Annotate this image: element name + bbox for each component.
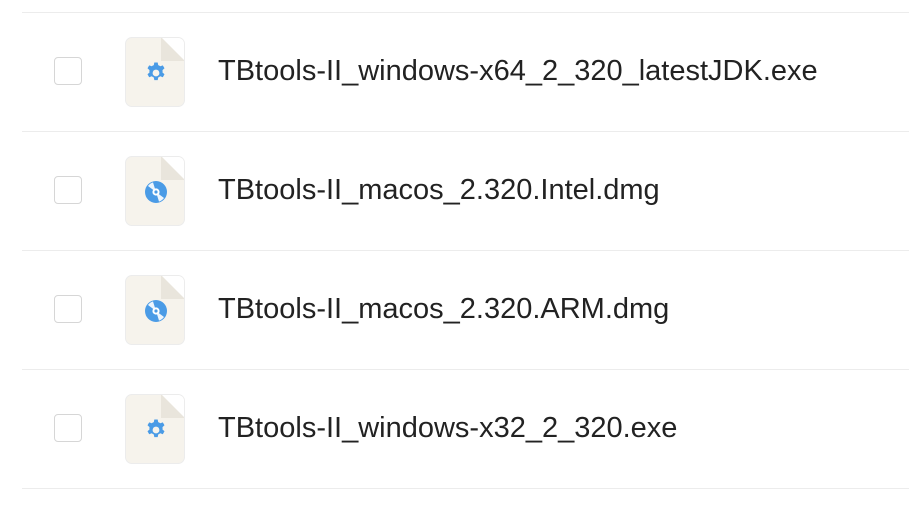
file-name-link[interactable]: TBtools-II_macos_2.320.Intel.dmg	[218, 172, 660, 208]
row-checkbox[interactable]	[54, 176, 82, 204]
page-fold-corner	[161, 395, 184, 418]
file-type-thumbnail	[125, 275, 185, 345]
row-checkbox[interactable]	[54, 295, 82, 323]
page-fold-corner	[161, 276, 184, 299]
page-fold-corner	[161, 157, 184, 180]
file-row[interactable]: TBtools-II_macos_2.320.Intel.dmg	[22, 132, 909, 251]
row-checkbox[interactable]	[54, 57, 82, 85]
disc-icon	[145, 181, 167, 203]
file-row[interactable]: TBtools-II_macos_2.320.ARM.dmg	[22, 251, 909, 370]
file-type-thumbnail	[125, 156, 185, 226]
file-type-thumbnail	[125, 394, 185, 464]
file-row[interactable]: TBtools-II_windows-x64_2_320_latestJDK.e…	[22, 13, 909, 132]
file-type-thumbnail	[125, 37, 185, 107]
file-name-link[interactable]: TBtools-II_windows-x32_2_320.exe	[218, 410, 677, 446]
page-fold-corner	[161, 38, 184, 61]
file-row[interactable]: TBtools-II_windows-x32_2_320.exe	[22, 370, 909, 489]
disc-icon	[145, 300, 167, 322]
file-name-link[interactable]: TBtools-II_windows-x64_2_320_latestJDK.e…	[218, 53, 818, 89]
row-checkbox[interactable]	[54, 414, 82, 442]
file-list: TBtools-II_windows-x64_2_320_latestJDK.e…	[22, 12, 909, 489]
gear-icon	[147, 419, 165, 438]
gear-icon	[147, 62, 165, 81]
file-name-link[interactable]: TBtools-II_macos_2.320.ARM.dmg	[218, 291, 669, 327]
